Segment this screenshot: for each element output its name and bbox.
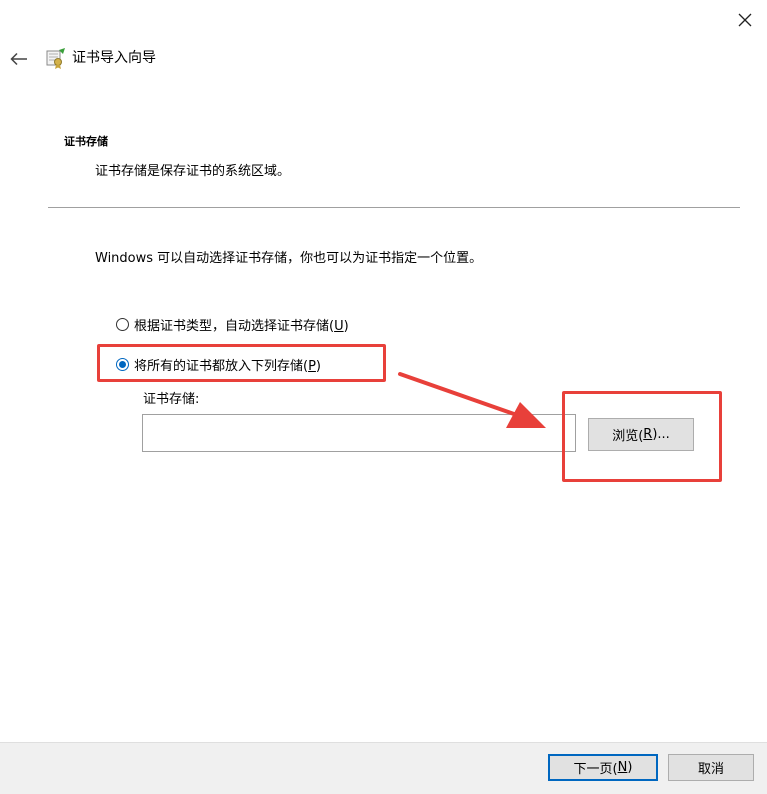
certificate-wizard-icon xyxy=(44,46,68,70)
annotation-highlight-radio xyxy=(97,344,386,382)
annotation-arrow-icon xyxy=(398,372,546,428)
wizard-title: 证书导入向导 xyxy=(72,50,156,66)
section-description: 证书存储是保存证书的系统区域。 xyxy=(95,164,291,179)
annotation-highlight-browse xyxy=(562,391,722,482)
next-label-end: ) xyxy=(627,760,633,775)
radio-auto-indicator[interactable] xyxy=(116,318,129,331)
close-button[interactable] xyxy=(726,4,764,36)
radio-auto-label: 根据证书类型，自动选择证书存储(U) xyxy=(134,319,349,334)
radio-auto-select-store[interactable]: 根据证书类型，自动选择证书存储(U) xyxy=(116,315,349,334)
intro-text: Windows 可以自动选择证书存储，你也可以为证书指定一个位置。 xyxy=(95,251,483,266)
header-divider xyxy=(48,207,740,208)
back-button[interactable] xyxy=(4,44,34,74)
certificate-store-label: 证书存储: xyxy=(143,392,200,407)
next-label-start: 下一页( xyxy=(573,762,618,777)
next-accel-key: N xyxy=(617,760,628,775)
section-heading: 证书存储 xyxy=(64,135,108,148)
arrow-left-icon xyxy=(10,52,27,66)
next-button[interactable]: 下一页(N) xyxy=(548,754,658,781)
close-icon xyxy=(738,13,752,27)
cancel-button[interactable]: 取消 xyxy=(668,754,754,781)
